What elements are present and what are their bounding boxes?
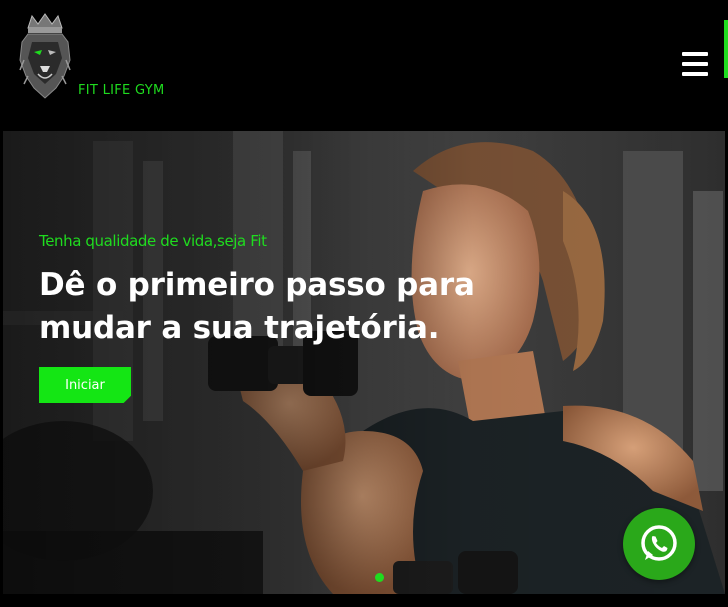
hamburger-menu-icon[interactable] xyxy=(682,52,708,76)
brand-name[interactable]: FIT LIFE GYM xyxy=(78,83,164,98)
whatsapp-icon xyxy=(641,525,677,561)
hero-slider: Tenha qualidade de vida,seja Fit Dê o pr… xyxy=(3,131,725,594)
start-button[interactable]: Iniciar xyxy=(39,367,131,403)
whatsapp-button[interactable] xyxy=(623,508,695,580)
bottom-strip xyxy=(0,594,728,607)
landing-page: FIT LIFE GYM Tenha qualidade de vida,sej… xyxy=(0,0,728,607)
hero-overlay xyxy=(3,131,725,594)
header-accent-bar xyxy=(724,20,728,78)
slider-dot-active[interactable] xyxy=(375,573,384,582)
hero-eyebrow: Tenha qualidade de vida,seja Fit xyxy=(39,232,267,250)
lion-crown-logo-icon[interactable] xyxy=(18,12,72,102)
hero-headline-line-2: mudar a sua trajetória. xyxy=(39,310,440,346)
hero-headline: Dê o primeiro passo para mudar a sua tra… xyxy=(39,264,509,350)
site-header: FIT LIFE GYM xyxy=(0,0,728,131)
hero-headline-line-1: Dê o primeiro passo para xyxy=(39,267,475,303)
